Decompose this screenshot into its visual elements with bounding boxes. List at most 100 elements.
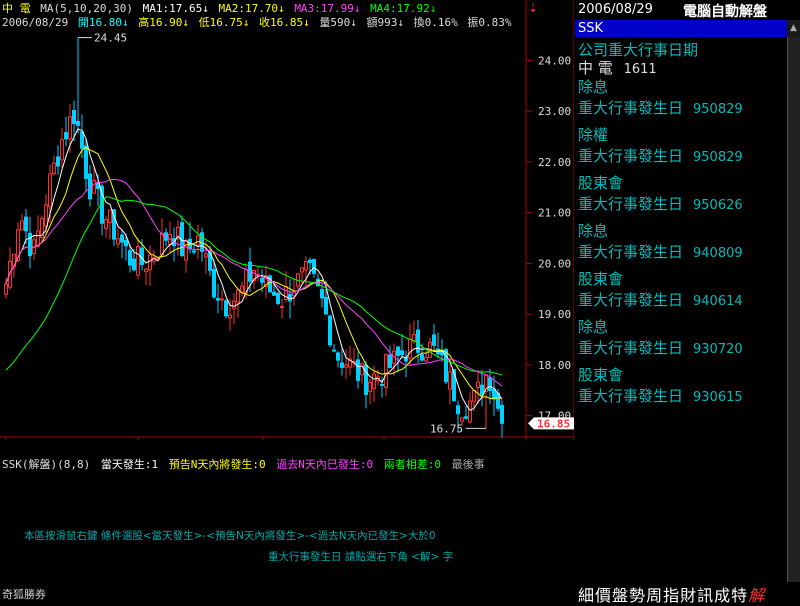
candle-body	[308, 259, 312, 264]
down-arrow-icon: ⇣	[528, 1, 538, 15]
candle-body	[212, 268, 216, 298]
candle-body	[424, 357, 428, 362]
candle-body	[104, 219, 108, 229]
candle-body	[332, 349, 336, 352]
event-item[interactable]: 股東會 重大行事發生日 950626	[578, 172, 783, 220]
event-label: 重大行事發生日	[578, 147, 684, 165]
candle-body	[408, 338, 412, 359]
candle-body	[108, 209, 112, 223]
tab-0[interactable]: 細	[578, 586, 594, 605]
amount-value: 額993↓	[366, 16, 404, 29]
indicator-help-line2[interactable]: 重大行事發生日 請點選右下角 <解> 字	[268, 549, 453, 564]
event-type: 除息	[578, 318, 609, 336]
tab-1[interactable]: 價	[595, 586, 611, 605]
candle-body	[116, 238, 120, 245]
panel-code-bar[interactable]: SSK	[575, 20, 790, 37]
panel-date: 2006/08/29	[578, 2, 653, 17]
event-type: 除權	[578, 126, 609, 144]
candle-body	[136, 246, 140, 276]
candle-body	[204, 253, 208, 258]
event-label: 重大行事發生日	[578, 195, 684, 213]
candle-body	[384, 353, 388, 388]
event-label-line: 重大行事發生日 930720	[578, 337, 783, 358]
candle-body	[328, 315, 332, 346]
tab-9[interactable]: 特	[731, 586, 747, 605]
candle-body	[380, 384, 384, 387]
open-value: 開16.80↓	[77, 16, 129, 29]
event-date: 950829	[693, 102, 743, 117]
panel-scrollbar[interactable]	[787, 20, 800, 582]
candle-body	[368, 381, 372, 393]
event-label-line: 重大行事發生日 950829	[578, 97, 783, 118]
candle-body	[476, 381, 480, 388]
indicator-help-line1[interactable]: 本區按滑鼠右鍵 條件選股<當天發生>-<預告N天內將發生>-<過去N天內已發生>…	[24, 528, 436, 543]
candle-body	[4, 283, 8, 295]
event-label: 重大行事發生日	[578, 387, 684, 405]
panel-stock-code: 1611	[623, 62, 657, 77]
candle-body	[28, 232, 32, 257]
low-value: 低16.75↓	[198, 16, 250, 29]
event-item[interactable]: 除息 重大行事發生日 930720	[578, 316, 783, 364]
candle-body	[400, 350, 404, 356]
candle-body	[148, 254, 152, 271]
event-type: 股東會	[578, 366, 624, 384]
tab-8[interactable]: 成	[714, 586, 730, 605]
indicator-today: 當天發生:1	[100, 458, 159, 471]
y-tick-label: 23.00	[538, 105, 571, 118]
tab-7[interactable]: 訊	[697, 586, 713, 605]
tab-10[interactable]: 解	[748, 586, 764, 605]
candle-body	[500, 405, 504, 424]
event-label-line: 重大行事發生日 950829	[578, 145, 783, 166]
event-label-line: 重大行事發生日 930615	[578, 385, 783, 406]
high-marker-label: 24.45	[94, 32, 127, 45]
turnover-value: 換0.16%	[413, 16, 458, 29]
candle-body	[480, 384, 484, 396]
candle-body	[184, 240, 188, 261]
candle-body	[320, 288, 324, 299]
main-price-chart[interactable]: 24.0023.0022.0021.0020.0019.0018.0017.00…	[0, 0, 574, 440]
event-date: 950626	[693, 198, 743, 213]
amplitude-value: 振0.83%	[467, 16, 512, 29]
candle-body	[492, 388, 496, 400]
indicator-forecast: 預告N天內將發生:0	[168, 458, 266, 471]
candle-body	[340, 362, 344, 368]
low-marker-label: 16.75	[430, 422, 463, 435]
high-value: 高16.90↓	[138, 16, 189, 29]
tab-5[interactable]: 指	[663, 586, 679, 605]
panel-stock: 中 電 1611	[578, 57, 657, 78]
event-item[interactable]: 除息 重大行事發生日 940809	[578, 220, 783, 268]
candle-body	[360, 363, 364, 376]
candle-body	[456, 405, 460, 415]
event-date: 940809	[693, 246, 743, 261]
candle-body	[460, 417, 464, 422]
event-date: 940614	[693, 294, 743, 309]
event-item[interactable]: 除權重大行事發生日 950829	[578, 124, 783, 172]
event-label: 重大行事發生日	[578, 339, 684, 357]
candle-body	[288, 293, 292, 302]
tab-2[interactable]: 盤	[612, 586, 628, 605]
event-item[interactable]: 除息 重大行事發生日 950829	[578, 76, 783, 124]
tab-4[interactable]: 周	[646, 586, 662, 605]
candle-body	[56, 156, 60, 167]
candle-body	[464, 416, 468, 419]
event-date: 950829	[693, 150, 743, 165]
candle-body	[388, 354, 392, 369]
candle-body	[276, 292, 280, 305]
panel-stock-name: 中 電	[578, 59, 613, 77]
candle-body	[120, 234, 124, 243]
tab-6[interactable]: 財	[680, 586, 696, 605]
candle-body	[48, 173, 52, 208]
close-value: 收16.85↓	[258, 16, 310, 29]
header-quote-line: 2006/08/29 開16.80↓ 高16.90↓ 低16.75↓ 收16.8…	[2, 14, 514, 29]
event-label: 重大行事發生日	[578, 291, 684, 309]
event-item[interactable]: 股東會 重大行事發生日 930615	[578, 364, 783, 412]
candle-body	[312, 258, 316, 274]
candle-body	[132, 258, 136, 271]
candle-body	[272, 291, 276, 296]
candle-body	[36, 230, 40, 247]
tab-3[interactable]: 勢	[629, 586, 645, 605]
event-item[interactable]: 股東會 重大行事發生日 940614	[578, 268, 783, 316]
scroll-up-arrow-icon[interactable]: ▲	[787, 20, 800, 37]
candle-body	[84, 145, 88, 179]
candle-body	[52, 162, 56, 175]
